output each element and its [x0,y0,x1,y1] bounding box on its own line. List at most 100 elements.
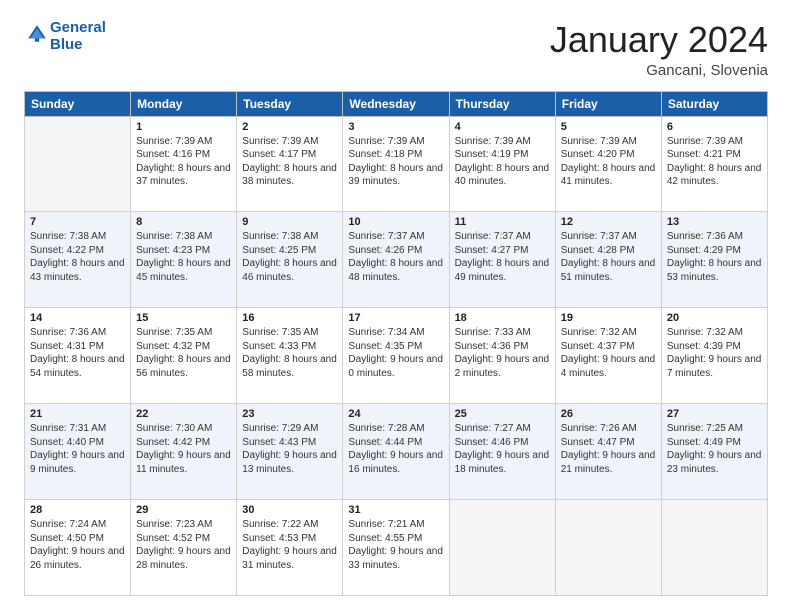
day-cell: 31Sunrise: 7:21 AMSunset: 4:55 PMDayligh… [343,500,449,596]
day-cell: 22 Sunrise: 7:30 AMSunset: 4:42 PMDayligh… [131,404,237,500]
col-header-wednesday: Wednesday [343,91,449,116]
day-info: Sunrise: 7:33 AMSunset: 4:36 PMDaylight:… [455,326,550,380]
day-cell: 12 Sunrise: 7:37 AMSunset: 4:28 PMDayligh… [555,212,661,308]
day-number: 7 [30,216,125,228]
day-info: Sunrise: 7:35 AMSunset: 4:33 PMDaylight:… [242,326,337,380]
day-number: 27 [667,408,762,420]
week-row-4: 21Sunrise: 7:31 AMSunset: 4:40 PMDayligh… [25,404,768,500]
day-cell: 27 Sunrise: 7:25 AMSunset: 4:49 PMDayligh… [661,404,767,500]
month-title: January 2024 [550,20,768,60]
day-info: Sunrise: 7:38 AMSunset: 4:25 PMDaylight:… [242,230,337,284]
day-number: 12 [561,216,656,228]
day-cell: 4 Sunrise: 7:39 AMSunset: 4:19 PMDaylight… [449,116,555,212]
day-number: 13 [667,216,762,228]
day-cell: 25 Sunrise: 7:27 AMSunset: 4:46 PMDayligh… [449,404,555,500]
day-cell: 7 Sunrise: 7:38 AMSunset: 4:22 PMDaylight… [25,212,131,308]
logo: General Blue [24,20,106,53]
day-info: Sunrise: 7:22 AMSunset: 4:53 PMDaylight:… [242,518,337,572]
day-info: Sunrise: 7:35 AMSunset: 4:32 PMDaylight:… [136,326,231,380]
day-number: 1 [136,121,231,133]
day-cell [555,500,661,596]
logo-text-blue: Blue [50,37,106,54]
day-info: Sunrise: 7:37 AMSunset: 4:27 PMDaylight:… [455,230,550,284]
day-info: Sunrise: 7:32 AMSunset: 4:37 PMDaylight:… [561,326,656,380]
day-number: 4 [455,121,550,133]
day-info: Sunrise: 7:39 AMSunset: 4:19 PMDaylight:… [455,135,550,189]
col-header-saturday: Saturday [661,91,767,116]
day-info: Sunrise: 7:24 AMSunset: 4:50 PMDaylight:… [30,518,125,572]
day-cell: 5Sunrise: 7:39 AMSunset: 4:20 PMDaylight… [555,116,661,212]
day-number: 18 [455,312,550,324]
day-cell: 15 Sunrise: 7:35 AMSunset: 4:32 PMDayligh… [131,308,237,404]
day-number: 20 [667,312,762,324]
day-cell: 23 Sunrise: 7:29 AMSunset: 4:43 PMDayligh… [237,404,343,500]
day-number: 8 [136,216,231,228]
day-info: Sunrise: 7:27 AMSunset: 4:46 PMDaylight:… [455,422,550,476]
day-cell: 21Sunrise: 7:31 AMSunset: 4:40 PMDayligh… [25,404,131,500]
day-info: Sunrise: 7:37 AMSunset: 4:28 PMDaylight:… [561,230,656,284]
day-info: Sunrise: 7:30 AMSunset: 4:42 PMDaylight:… [136,422,231,476]
day-info: Sunrise: 7:26 AMSunset: 4:47 PMDaylight:… [561,422,656,476]
day-cell: 26 Sunrise: 7:26 AMSunset: 4:47 PMDayligh… [555,404,661,500]
day-cell: 6 Sunrise: 7:39 AMSunset: 4:21 PMDaylight… [661,116,767,212]
week-row-3: 14 Sunrise: 7:36 AMSunset: 4:31 PMDayligh… [25,308,768,404]
day-number: 14 [30,312,125,324]
day-number: 30 [242,504,337,516]
col-header-sunday: Sunday [25,91,131,116]
day-info: Sunrise: 7:31 AMSunset: 4:40 PMDaylight:… [30,422,125,476]
day-info: Sunrise: 7:25 AMSunset: 4:49 PMDaylight:… [667,422,762,476]
day-number: 6 [667,121,762,133]
day-cell: 28 Sunrise: 7:24 AMSunset: 4:50 PMDayligh… [25,500,131,596]
day-number: 16 [242,312,337,324]
day-number: 9 [242,216,337,228]
day-number: 23 [242,408,337,420]
day-cell: 16 Sunrise: 7:35 AMSunset: 4:33 PMDayligh… [237,308,343,404]
day-cell: 30 Sunrise: 7:22 AMSunset: 4:53 PMDayligh… [237,500,343,596]
day-number: 28 [30,504,125,516]
col-header-monday: Monday [131,91,237,116]
day-cell: 11Sunrise: 7:37 AMSunset: 4:27 PMDayligh… [449,212,555,308]
day-info: Sunrise: 7:38 AMSunset: 4:23 PMDaylight:… [136,230,231,284]
day-number: 25 [455,408,550,420]
day-info: Sunrise: 7:29 AMSunset: 4:43 PMDaylight:… [242,422,337,476]
day-cell: 14 Sunrise: 7:36 AMSunset: 4:31 PMDayligh… [25,308,131,404]
day-number: 10 [348,216,443,228]
day-info: Sunrise: 7:36 AMSunset: 4:31 PMDaylight:… [30,326,125,380]
day-cell: 19 Sunrise: 7:32 AMSunset: 4:37 PMDayligh… [555,308,661,404]
day-info: Sunrise: 7:21 AMSunset: 4:55 PMDaylight:… [348,518,443,572]
day-info: Sunrise: 7:39 AMSunset: 4:21 PMDaylight:… [667,135,762,189]
day-cell [661,500,767,596]
day-cell: 10 Sunrise: 7:37 AMSunset: 4:26 PMDayligh… [343,212,449,308]
day-number: 24 [348,408,443,420]
day-info: Sunrise: 7:37 AMSunset: 4:26 PMDaylight:… [348,230,443,284]
day-info: Sunrise: 7:38 AMSunset: 4:22 PMDaylight:… [30,230,125,284]
page: General Blue January 2024 Gancani, Slove… [0,0,792,612]
day-info: Sunrise: 7:36 AMSunset: 4:29 PMDaylight:… [667,230,762,284]
day-number: 2 [242,121,337,133]
day-info: Sunrise: 7:28 AMSunset: 4:44 PMDaylight:… [348,422,443,476]
day-info: Sunrise: 7:32 AMSunset: 4:39 PMDaylight:… [667,326,762,380]
day-info: Sunrise: 7:39 AMSunset: 4:16 PMDaylight:… [136,135,231,189]
day-number: 26 [561,408,656,420]
week-row-5: 28 Sunrise: 7:24 AMSunset: 4:50 PMDayligh… [25,500,768,596]
col-header-friday: Friday [555,91,661,116]
day-cell: 3 Sunrise: 7:39 AMSunset: 4:18 PMDaylight… [343,116,449,212]
location: Gancani, Slovenia [550,62,768,79]
logo-text-general: General [50,20,106,37]
day-cell: 20 Sunrise: 7:32 AMSunset: 4:39 PMDayligh… [661,308,767,404]
day-cell: 2Sunrise: 7:39 AMSunset: 4:17 PMDaylight… [237,116,343,212]
day-number: 22 [136,408,231,420]
day-cell: 29Sunrise: 7:23 AMSunset: 4:52 PMDayligh… [131,500,237,596]
day-number: 17 [348,312,443,324]
day-info: Sunrise: 7:39 AMSunset: 4:18 PMDaylight:… [348,135,443,189]
logo-icon [26,23,48,45]
week-row-1: 1 Sunrise: 7:39 AMSunset: 4:16 PMDaylight… [25,116,768,212]
day-info: Sunrise: 7:34 AMSunset: 4:35 PMDaylight:… [348,326,443,380]
day-number: 3 [348,121,443,133]
calendar-table: SundayMondayTuesdayWednesdayThursdayFrid… [24,91,768,596]
col-header-thursday: Thursday [449,91,555,116]
day-number: 19 [561,312,656,324]
week-row-2: 7 Sunrise: 7:38 AMSunset: 4:22 PMDaylight… [25,212,768,308]
day-number: 29 [136,504,231,516]
day-number: 15 [136,312,231,324]
